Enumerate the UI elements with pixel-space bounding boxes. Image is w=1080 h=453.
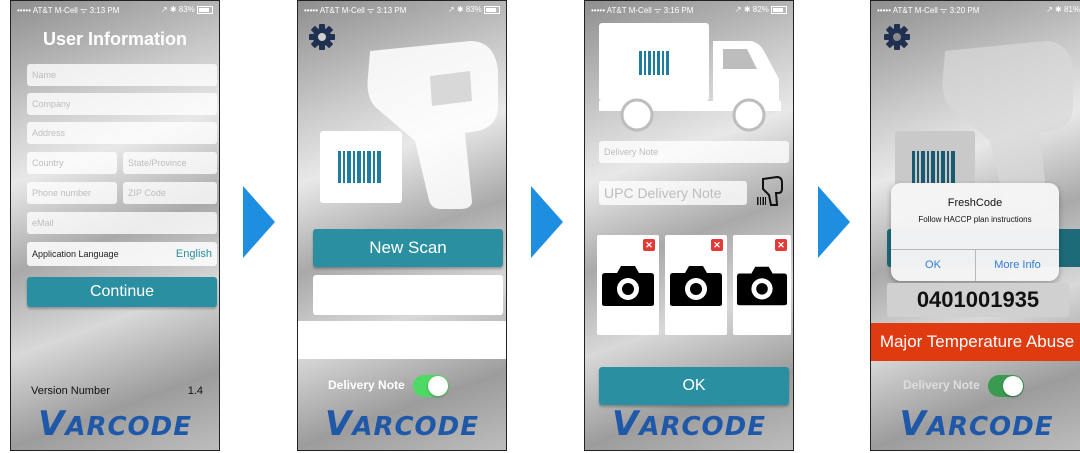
- screen-user-information: ••••• AT&T M-Cell ᯤ 3:13 PM ↗ ✱ 83% User…: [10, 0, 220, 451]
- alert-dialog: FreshCode Follow HACCP plan instructions…: [891, 183, 1059, 281]
- barcode-card: [320, 131, 402, 203]
- gear-icon[interactable]: [308, 23, 336, 51]
- version-value: 1.4: [187, 385, 203, 397]
- language-row[interactable]: Application Language English: [27, 242, 217, 266]
- state-field[interactable]: State/Province: [123, 152, 217, 174]
- remove-photo-icon[interactable]: ✕: [643, 239, 655, 251]
- status-bar: ••••• AT&T M-Cell ᯤ 3:13 PM ↗ ✱ 83%: [298, 1, 506, 17]
- scan-result-strip: [298, 321, 506, 359]
- name-field[interactable]: Name: [27, 64, 217, 86]
- scanned-code: 0401001935: [887, 283, 1069, 317]
- battery-status: ↗ ✱ 83%: [161, 5, 213, 14]
- delivery-note-label: Delivery Note: [328, 378, 405, 393]
- language-value[interactable]: English: [176, 242, 212, 266]
- new-scan-button[interactable]: New Scan: [313, 229, 503, 267]
- country-field[interactable]: Country: [27, 152, 117, 174]
- barcode-icon: [338, 151, 381, 183]
- dialog-ok-button[interactable]: OK: [891, 249, 975, 281]
- gear-icon[interactable]: [883, 23, 911, 51]
- dialog-more-info-button[interactable]: More Info: [976, 249, 1059, 281]
- carrier-time: ••••• AT&T M-Cell ᯤ 3:16 PM: [591, 6, 694, 15]
- photo-slot-3[interactable]: ✕: [733, 235, 791, 335]
- language-label: Application Language: [32, 249, 119, 259]
- ok-button[interactable]: OK: [599, 367, 789, 405]
- upc-delivery-note-field[interactable]: UPC Delivery Note: [599, 181, 747, 205]
- screen-scan: ••••• AT&T M-Cell ᯤ 3:13 PM ↗ ✱ 83% New …: [297, 0, 507, 451]
- next-arrow-icon: [818, 186, 850, 258]
- remove-photo-icon[interactable]: ✕: [775, 239, 787, 251]
- barcode-icon: [912, 151, 955, 183]
- scan-result-field[interactable]: [313, 275, 503, 315]
- varcode-logo: VARCODE: [899, 404, 1054, 444]
- battery-icon: [771, 5, 787, 14]
- phone-field[interactable]: Phone number: [27, 182, 117, 204]
- status-bar: ••••• AT&T M-Cell ᯤ 3:16 PM ↗ ✱ 82%: [585, 1, 793, 17]
- delivery-note-field[interactable]: Delivery Note: [599, 141, 789, 163]
- version-label: Version Number: [31, 385, 110, 397]
- photo-slot-1[interactable]: ✕: [597, 235, 659, 335]
- status-bar: ••••• AT&T M-Cell ᯤ 3:20 PM ↗ ✱ 81%: [871, 1, 1080, 17]
- photo-slot-2[interactable]: ✕: [665, 235, 727, 335]
- dialog-message: Follow HACCP plan instructions: [918, 215, 1032, 224]
- camera-icon[interactable]: [736, 263, 788, 307]
- battery-status: ↗ ✱ 83%: [448, 5, 500, 14]
- camera-icon[interactable]: [669, 263, 723, 307]
- company-field[interactable]: Company: [27, 93, 217, 115]
- address-field[interactable]: Address: [27, 122, 217, 144]
- status-bar: ••••• AT&T M-Cell ᯤ 3:13 PM ↗ ✱ 83%: [11, 1, 219, 17]
- email-field[interactable]: eMail: [27, 212, 217, 234]
- truck-icon: [599, 23, 781, 132]
- next-arrow-icon: [243, 186, 275, 258]
- page-title: User Information: [42, 29, 188, 49]
- carrier-time: ••••• AT&T M-Cell ᯤ 3:20 PM: [877, 6, 980, 15]
- carrier-time: ••••• AT&T M-Cell ᯤ 3:13 PM: [17, 6, 120, 15]
- continue-button[interactable]: Continue: [27, 277, 217, 307]
- battery-icon: [197, 5, 213, 14]
- screen-delivery: ••••• AT&T M-Cell ᯤ 3:16 PM ↗ ✱ 82% Deli…: [584, 0, 794, 451]
- varcode-logo: VARCODE: [612, 404, 766, 444]
- dialog-title: FreshCode: [947, 197, 1003, 209]
- carrier-time: ••••• AT&T M-Cell ᯤ 3:13 PM: [304, 6, 407, 15]
- delivery-note-toggle[interactable]: [987, 375, 1024, 397]
- barcode-scanner-icon[interactable]: [755, 175, 785, 209]
- screen-result: ••••• AT&T M-Cell ᯤ 3:20 PM ↗ ✱ 81% Fres…: [870, 0, 1080, 451]
- remove-photo-icon[interactable]: ✕: [711, 239, 723, 251]
- battery-icon: [484, 5, 500, 14]
- delivery-note-toggle[interactable]: [412, 375, 449, 397]
- version-row: Version Number 1.4: [31, 385, 203, 397]
- battery-status: ↗ ✱ 82%: [735, 5, 787, 14]
- battery-status: ↗ ✱ 81%: [1046, 5, 1080, 14]
- varcode-logo: VARCODE: [38, 404, 192, 444]
- alert-banner: Major Temperature Abuse: [871, 323, 1080, 361]
- delivery-note-toggle-row[interactable]: Delivery Note: [903, 375, 1024, 397]
- delivery-note-toggle-row[interactable]: Delivery Note: [328, 375, 449, 397]
- next-arrow-icon: [531, 186, 563, 258]
- camera-icon[interactable]: [601, 263, 655, 307]
- varcode-logo: VARCODE: [325, 404, 479, 444]
- delivery-note-label: Delivery Note: [903, 378, 980, 393]
- zip-field[interactable]: ZIP Code: [123, 182, 217, 204]
